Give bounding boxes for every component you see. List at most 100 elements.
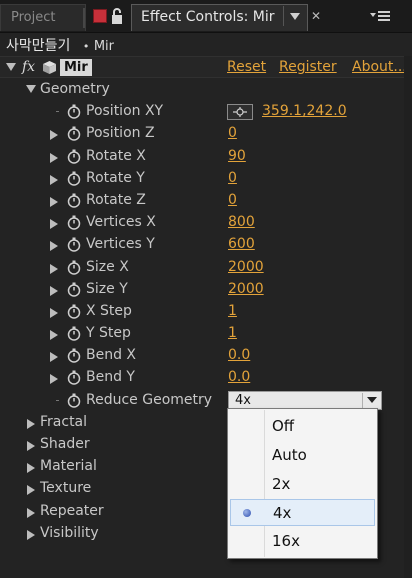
layer-name: Mir	[93, 39, 114, 54]
param-size-y: Size Y 2000	[0, 279, 412, 301]
expand-triangle-icon[interactable]	[50, 129, 58, 144]
stopwatch-icon[interactable]	[67, 282, 81, 301]
param-rotate-z: Rotate Z 0	[0, 190, 412, 212]
param-rotate-x: Rotate X 90	[0, 146, 412, 168]
reset-link[interactable]: Reset	[227, 59, 266, 75]
expand-triangle-icon[interactable]	[27, 529, 35, 544]
expanded-triangle-icon[interactable]	[26, 85, 36, 93]
panel-scrollbar[interactable]	[404, 56, 412, 578]
effect-header: fx Mir Reset Register About...	[0, 56, 412, 78]
stopwatch-icon[interactable]	[67, 370, 81, 389]
param-value[interactable]: 800	[228, 214, 255, 230]
menu-option-auto[interactable]: Auto	[230, 442, 375, 469]
menu-option-label: 4x	[273, 504, 292, 523]
stopwatch-icon[interactable]	[67, 393, 81, 408]
chevron-down-icon	[289, 12, 300, 20]
about-link[interactable]: About...	[352, 59, 407, 75]
expand-triangle-icon[interactable]	[50, 152, 58, 167]
menu-option-off[interactable]: Off	[230, 413, 375, 440]
row-dot-separator	[56, 399, 59, 401]
stopwatch-icon[interactable]	[67, 193, 81, 212]
group-label: Geometry	[40, 81, 110, 97]
stopwatch-icon[interactable]	[67, 171, 81, 190]
expand-triangle-icon[interactable]	[50, 196, 58, 211]
expand-triangle-icon[interactable]	[50, 240, 58, 255]
effect-name-label[interactable]: Mir	[60, 59, 92, 76]
menu-option-label: Off	[272, 417, 295, 435]
param-label: Position Z	[86, 125, 155, 142]
stopwatch-icon[interactable]	[67, 237, 81, 256]
expand-triangle-icon[interactable]	[50, 263, 58, 278]
tab-effect-controls[interactable]: Effect Controls: Mir	[131, 4, 308, 31]
select-value: 4x	[235, 392, 251, 408]
param-value[interactable]: 0.0	[228, 369, 250, 385]
param-position-z: Position Z 0	[0, 123, 412, 145]
expand-triangle-icon[interactable]	[50, 174, 58, 189]
param-value[interactable]: 0	[228, 192, 237, 208]
stopwatch-icon[interactable]	[67, 126, 81, 145]
reduce-geometry-dropdown-menu: Off Auto 2x 4x 16x	[227, 408, 378, 559]
stopwatch-icon[interactable]	[67, 215, 81, 234]
expand-triangle-icon[interactable]	[27, 418, 35, 433]
param-value[interactable]: 0	[228, 170, 237, 186]
param-value[interactable]: 0	[228, 125, 237, 141]
collapse-triangle-icon[interactable]	[6, 63, 16, 71]
group-geometry[interactable]: Geometry	[0, 79, 412, 101]
stopwatch-icon[interactable]	[67, 326, 81, 345]
stopwatch-icon[interactable]	[67, 104, 81, 119]
stopwatch-icon[interactable]	[67, 304, 81, 323]
param-position-xy: Position XY 359.1,242.0	[0, 101, 412, 123]
param-value[interactable]: 359.1,242.0	[262, 103, 347, 119]
param-value[interactable]: 1	[228, 325, 237, 341]
tab-project[interactable]: Project	[0, 4, 86, 31]
expand-triangle-icon[interactable]	[50, 218, 58, 233]
register-link[interactable]: Register	[279, 59, 337, 75]
panel-menu-icon[interactable]	[366, 7, 394, 25]
group-label: Visibility	[40, 524, 99, 541]
menu-option-4x[interactable]: 4x	[230, 499, 375, 527]
param-rotate-y: Rotate Y 0	[0, 168, 412, 190]
stopwatch-icon[interactable]	[67, 260, 81, 279]
close-panel-icon[interactable]	[93, 9, 107, 23]
param-value[interactable]: 0.0	[228, 347, 250, 363]
tab-dropdown-button[interactable]	[283, 6, 305, 26]
param-vertices-y: Vertices Y 600	[0, 234, 412, 256]
3d-cube-icon	[43, 61, 56, 74]
param-label: Reduce Geometry	[86, 391, 213, 408]
param-label: Y Step	[86, 325, 131, 342]
param-label: Size X	[86, 258, 129, 275]
menu-option-16x[interactable]: 16x	[230, 528, 375, 555]
param-label: Bend X	[86, 347, 137, 364]
menu-option-2x[interactable]: 2x	[230, 471, 375, 498]
param-value[interactable]: 2000	[228, 259, 264, 275]
fx-toggle-icon[interactable]: fx	[22, 59, 35, 75]
param-value[interactable]: 1	[228, 303, 237, 319]
param-y-step: Y Step 1	[0, 323, 412, 345]
expand-triangle-icon[interactable]	[27, 462, 35, 477]
param-bend-x: Bend X 0.0	[0, 345, 412, 367]
expand-triangle-icon[interactable]	[50, 373, 58, 388]
expand-triangle-icon[interactable]	[50, 329, 58, 344]
tab-separator	[83, 8, 85, 28]
chevron-down-icon[interactable]	[362, 392, 380, 408]
stopwatch-icon[interactable]	[67, 348, 81, 367]
group-label: Material	[40, 458, 97, 475]
expand-triangle-icon[interactable]	[50, 351, 58, 366]
expand-triangle-icon[interactable]	[27, 507, 35, 522]
tab-close-icon[interactable]: ✕	[311, 6, 323, 26]
param-label: Rotate Z	[86, 191, 146, 208]
expand-triangle-icon[interactable]	[50, 285, 58, 300]
expand-triangle-icon[interactable]	[27, 484, 35, 499]
param-x-step: X Step 1	[0, 301, 412, 323]
param-value[interactable]: 90	[228, 148, 246, 164]
param-label: Bend Y	[86, 369, 135, 386]
expand-triangle-icon[interactable]	[27, 440, 35, 455]
crosshair-icon[interactable]	[227, 104, 253, 121]
lock-icon[interactable]	[110, 8, 126, 25]
param-value[interactable]: 2000	[228, 281, 264, 297]
menu-option-label: Auto	[272, 445, 307, 464]
expand-triangle-icon[interactable]	[50, 307, 58, 322]
stopwatch-icon[interactable]	[67, 149, 81, 168]
param-value[interactable]: 600	[228, 236, 255, 252]
reduce-geometry-select[interactable]: 4x	[228, 390, 382, 410]
